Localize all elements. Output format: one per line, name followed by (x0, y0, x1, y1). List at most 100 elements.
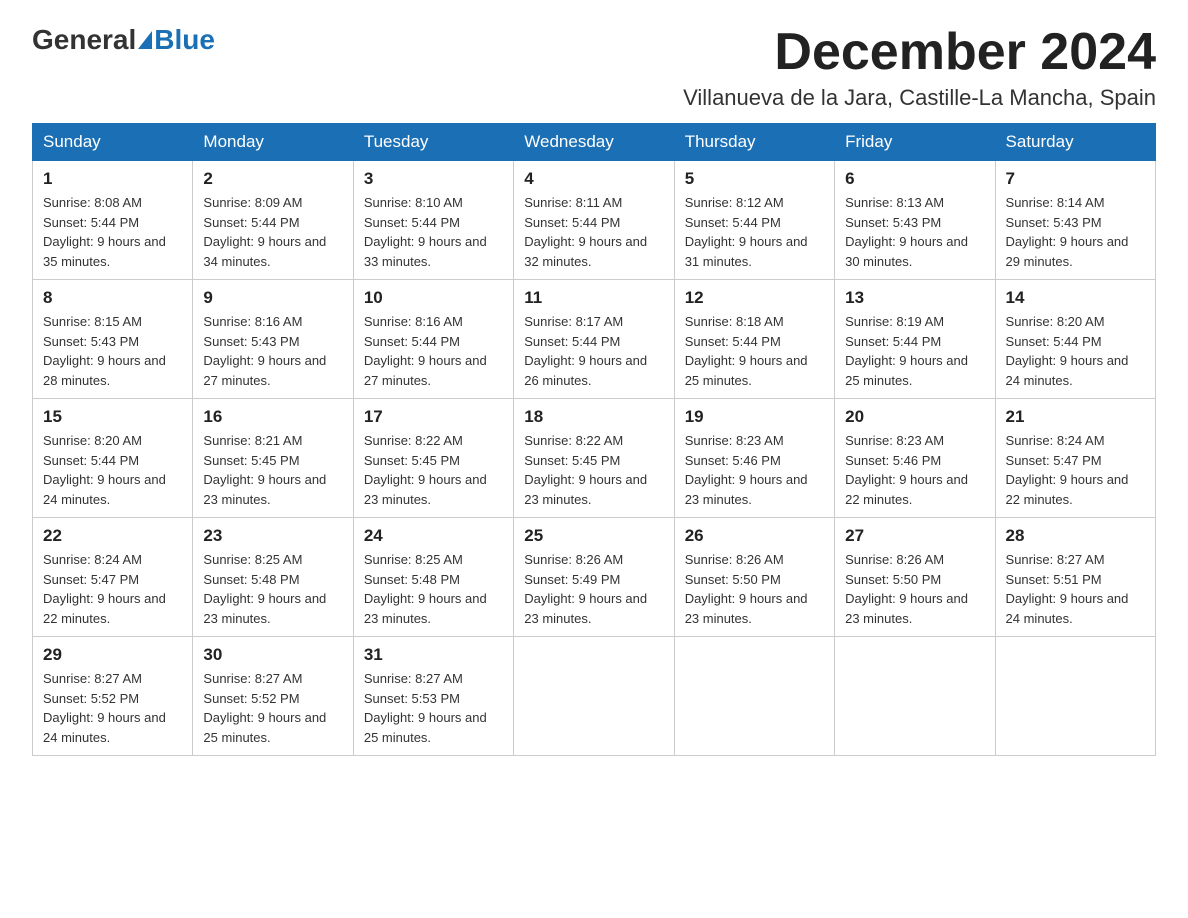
calendar-cell: 24 Sunrise: 8:25 AM Sunset: 5:48 PM Dayl… (353, 518, 513, 637)
day-number: 13 (845, 288, 984, 308)
day-info: Sunrise: 8:27 AM Sunset: 5:53 PM Dayligh… (364, 669, 503, 747)
day-info: Sunrise: 8:17 AM Sunset: 5:44 PM Dayligh… (524, 312, 663, 390)
day-number: 6 (845, 169, 984, 189)
calendar-cell: 19 Sunrise: 8:23 AM Sunset: 5:46 PM Dayl… (674, 399, 834, 518)
calendar-cell (674, 637, 834, 756)
calendar-cell: 1 Sunrise: 8:08 AM Sunset: 5:44 PM Dayli… (33, 161, 193, 280)
logo-triangle-icon (138, 31, 152, 49)
location-title: Villanueva de la Jara, Castille-La Manch… (683, 85, 1156, 111)
calendar-cell: 30 Sunrise: 8:27 AM Sunset: 5:52 PM Dayl… (193, 637, 353, 756)
day-info: Sunrise: 8:24 AM Sunset: 5:47 PM Dayligh… (43, 550, 182, 628)
header-sunday: Sunday (33, 124, 193, 161)
calendar-week-3: 15 Sunrise: 8:20 AM Sunset: 5:44 PM Dayl… (33, 399, 1156, 518)
calendar-cell: 27 Sunrise: 8:26 AM Sunset: 5:50 PM Dayl… (835, 518, 995, 637)
day-number: 30 (203, 645, 342, 665)
calendar-cell: 20 Sunrise: 8:23 AM Sunset: 5:46 PM Dayl… (835, 399, 995, 518)
day-number: 20 (845, 407, 984, 427)
calendar-cell (995, 637, 1155, 756)
day-info: Sunrise: 8:08 AM Sunset: 5:44 PM Dayligh… (43, 193, 182, 271)
day-info: Sunrise: 8:18 AM Sunset: 5:44 PM Dayligh… (685, 312, 824, 390)
calendar-cell: 11 Sunrise: 8:17 AM Sunset: 5:44 PM Dayl… (514, 280, 674, 399)
day-number: 22 (43, 526, 182, 546)
calendar-cell: 7 Sunrise: 8:14 AM Sunset: 5:43 PM Dayli… (995, 161, 1155, 280)
calendar-week-1: 1 Sunrise: 8:08 AM Sunset: 5:44 PM Dayli… (33, 161, 1156, 280)
header-wednesday: Wednesday (514, 124, 674, 161)
day-number: 3 (364, 169, 503, 189)
logo: General Blue (32, 24, 215, 56)
calendar-cell: 12 Sunrise: 8:18 AM Sunset: 5:44 PM Dayl… (674, 280, 834, 399)
day-info: Sunrise: 8:26 AM Sunset: 5:50 PM Dayligh… (845, 550, 984, 628)
calendar-cell: 16 Sunrise: 8:21 AM Sunset: 5:45 PM Dayl… (193, 399, 353, 518)
calendar-week-4: 22 Sunrise: 8:24 AM Sunset: 5:47 PM Dayl… (33, 518, 1156, 637)
calendar-cell: 8 Sunrise: 8:15 AM Sunset: 5:43 PM Dayli… (33, 280, 193, 399)
calendar-cell: 10 Sunrise: 8:16 AM Sunset: 5:44 PM Dayl… (353, 280, 513, 399)
day-number: 14 (1006, 288, 1145, 308)
calendar-cell: 4 Sunrise: 8:11 AM Sunset: 5:44 PM Dayli… (514, 161, 674, 280)
day-number: 4 (524, 169, 663, 189)
day-number: 15 (43, 407, 182, 427)
day-info: Sunrise: 8:15 AM Sunset: 5:43 PM Dayligh… (43, 312, 182, 390)
day-number: 27 (845, 526, 984, 546)
calendar-cell (835, 637, 995, 756)
day-number: 9 (203, 288, 342, 308)
calendar-cell: 18 Sunrise: 8:22 AM Sunset: 5:45 PM Dayl… (514, 399, 674, 518)
day-number: 5 (685, 169, 824, 189)
day-info: Sunrise: 8:25 AM Sunset: 5:48 PM Dayligh… (203, 550, 342, 628)
day-info: Sunrise: 8:09 AM Sunset: 5:44 PM Dayligh… (203, 193, 342, 271)
day-info: Sunrise: 8:25 AM Sunset: 5:48 PM Dayligh… (364, 550, 503, 628)
calendar-cell: 21 Sunrise: 8:24 AM Sunset: 5:47 PM Dayl… (995, 399, 1155, 518)
day-info: Sunrise: 8:16 AM Sunset: 5:43 PM Dayligh… (203, 312, 342, 390)
calendar-table: SundayMondayTuesdayWednesdayThursdayFrid… (32, 123, 1156, 756)
calendar-cell: 2 Sunrise: 8:09 AM Sunset: 5:44 PM Dayli… (193, 161, 353, 280)
logo-general-text: General (32, 24, 136, 56)
calendar-week-2: 8 Sunrise: 8:15 AM Sunset: 5:43 PM Dayli… (33, 280, 1156, 399)
header-tuesday: Tuesday (353, 124, 513, 161)
header-friday: Friday (835, 124, 995, 161)
calendar-cell: 31 Sunrise: 8:27 AM Sunset: 5:53 PM Dayl… (353, 637, 513, 756)
calendar-cell: 28 Sunrise: 8:27 AM Sunset: 5:51 PM Dayl… (995, 518, 1155, 637)
day-number: 21 (1006, 407, 1145, 427)
day-info: Sunrise: 8:23 AM Sunset: 5:46 PM Dayligh… (685, 431, 824, 509)
day-info: Sunrise: 8:12 AM Sunset: 5:44 PM Dayligh… (685, 193, 824, 271)
day-number: 7 (1006, 169, 1145, 189)
day-info: Sunrise: 8:19 AM Sunset: 5:44 PM Dayligh… (845, 312, 984, 390)
day-info: Sunrise: 8:23 AM Sunset: 5:46 PM Dayligh… (845, 431, 984, 509)
day-info: Sunrise: 8:16 AM Sunset: 5:44 PM Dayligh… (364, 312, 503, 390)
calendar-week-5: 29 Sunrise: 8:27 AM Sunset: 5:52 PM Dayl… (33, 637, 1156, 756)
day-info: Sunrise: 8:21 AM Sunset: 5:45 PM Dayligh… (203, 431, 342, 509)
day-info: Sunrise: 8:26 AM Sunset: 5:49 PM Dayligh… (524, 550, 663, 628)
calendar-cell: 15 Sunrise: 8:20 AM Sunset: 5:44 PM Dayl… (33, 399, 193, 518)
calendar-cell: 26 Sunrise: 8:26 AM Sunset: 5:50 PM Dayl… (674, 518, 834, 637)
day-number: 25 (524, 526, 663, 546)
day-info: Sunrise: 8:24 AM Sunset: 5:47 PM Dayligh… (1006, 431, 1145, 509)
day-number: 8 (43, 288, 182, 308)
day-number: 28 (1006, 526, 1145, 546)
day-info: Sunrise: 8:20 AM Sunset: 5:44 PM Dayligh… (43, 431, 182, 509)
calendar-cell: 29 Sunrise: 8:27 AM Sunset: 5:52 PM Dayl… (33, 637, 193, 756)
header-monday: Monday (193, 124, 353, 161)
title-block: December 2024 Villanueva de la Jara, Cas… (683, 24, 1156, 111)
calendar-cell: 3 Sunrise: 8:10 AM Sunset: 5:44 PM Dayli… (353, 161, 513, 280)
header-thursday: Thursday (674, 124, 834, 161)
day-info: Sunrise: 8:20 AM Sunset: 5:44 PM Dayligh… (1006, 312, 1145, 390)
day-number: 2 (203, 169, 342, 189)
day-number: 16 (203, 407, 342, 427)
calendar-cell: 23 Sunrise: 8:25 AM Sunset: 5:48 PM Dayl… (193, 518, 353, 637)
day-number: 29 (43, 645, 182, 665)
day-info: Sunrise: 8:11 AM Sunset: 5:44 PM Dayligh… (524, 193, 663, 271)
calendar-header-row: SundayMondayTuesdayWednesdayThursdayFrid… (33, 124, 1156, 161)
calendar-cell: 5 Sunrise: 8:12 AM Sunset: 5:44 PM Dayli… (674, 161, 834, 280)
day-info: Sunrise: 8:27 AM Sunset: 5:51 PM Dayligh… (1006, 550, 1145, 628)
month-title: December 2024 (683, 24, 1156, 81)
page-header: General Blue December 2024 Villanueva de… (32, 24, 1156, 111)
day-info: Sunrise: 8:27 AM Sunset: 5:52 PM Dayligh… (203, 669, 342, 747)
calendar-cell (514, 637, 674, 756)
day-number: 19 (685, 407, 824, 427)
day-number: 31 (364, 645, 503, 665)
day-number: 1 (43, 169, 182, 189)
header-saturday: Saturday (995, 124, 1155, 161)
day-number: 23 (203, 526, 342, 546)
calendar-cell: 25 Sunrise: 8:26 AM Sunset: 5:49 PM Dayl… (514, 518, 674, 637)
calendar-cell: 22 Sunrise: 8:24 AM Sunset: 5:47 PM Dayl… (33, 518, 193, 637)
day-info: Sunrise: 8:26 AM Sunset: 5:50 PM Dayligh… (685, 550, 824, 628)
